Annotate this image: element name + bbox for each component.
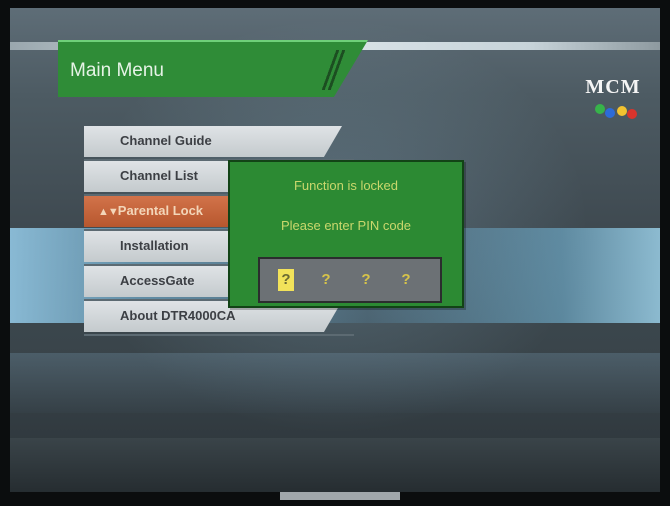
logo-text: MCM [585,76,641,98]
dialog-message-enter-pin: Please enter PIN code [280,218,412,233]
background-floor [10,438,660,492]
mcm-logo: MCM [577,74,649,120]
logo-dot-yellow [617,106,627,116]
menu-item-label: Channel List [120,168,199,183]
logo-dot-green [595,104,605,114]
menu-item-label: About DTR4000CA [120,308,236,323]
pin-dialog: Function is locked Please enter PIN code… [228,160,464,308]
logo-dot-red [627,109,637,119]
pin-digit-2[interactable]: ? [318,269,334,291]
background-band-lower [10,353,660,413]
logo-dot-blue [605,108,615,118]
pin-input[interactable]: ? ? ? ? [258,257,442,303]
pin-digit-1[interactable]: ? [278,269,294,291]
dialog-message-locked: Function is locked [293,178,399,193]
menu-item-channel-guide[interactable]: Channel Guide [84,126,354,161]
bezel-strip [280,492,400,500]
pin-digit-3[interactable]: ? [358,269,374,291]
pin-digit-4[interactable]: ? [398,269,414,291]
menu-item-label: AccessGate [120,273,195,288]
menu-item-label: Channel Guide [120,133,212,148]
up-down-arrows-icon: ▲▼ [98,206,119,218]
menu-item-label: Installation [120,238,189,253]
page-title: Main Menu [70,60,164,81]
menu-item-label: Parental Lock [117,203,204,218]
